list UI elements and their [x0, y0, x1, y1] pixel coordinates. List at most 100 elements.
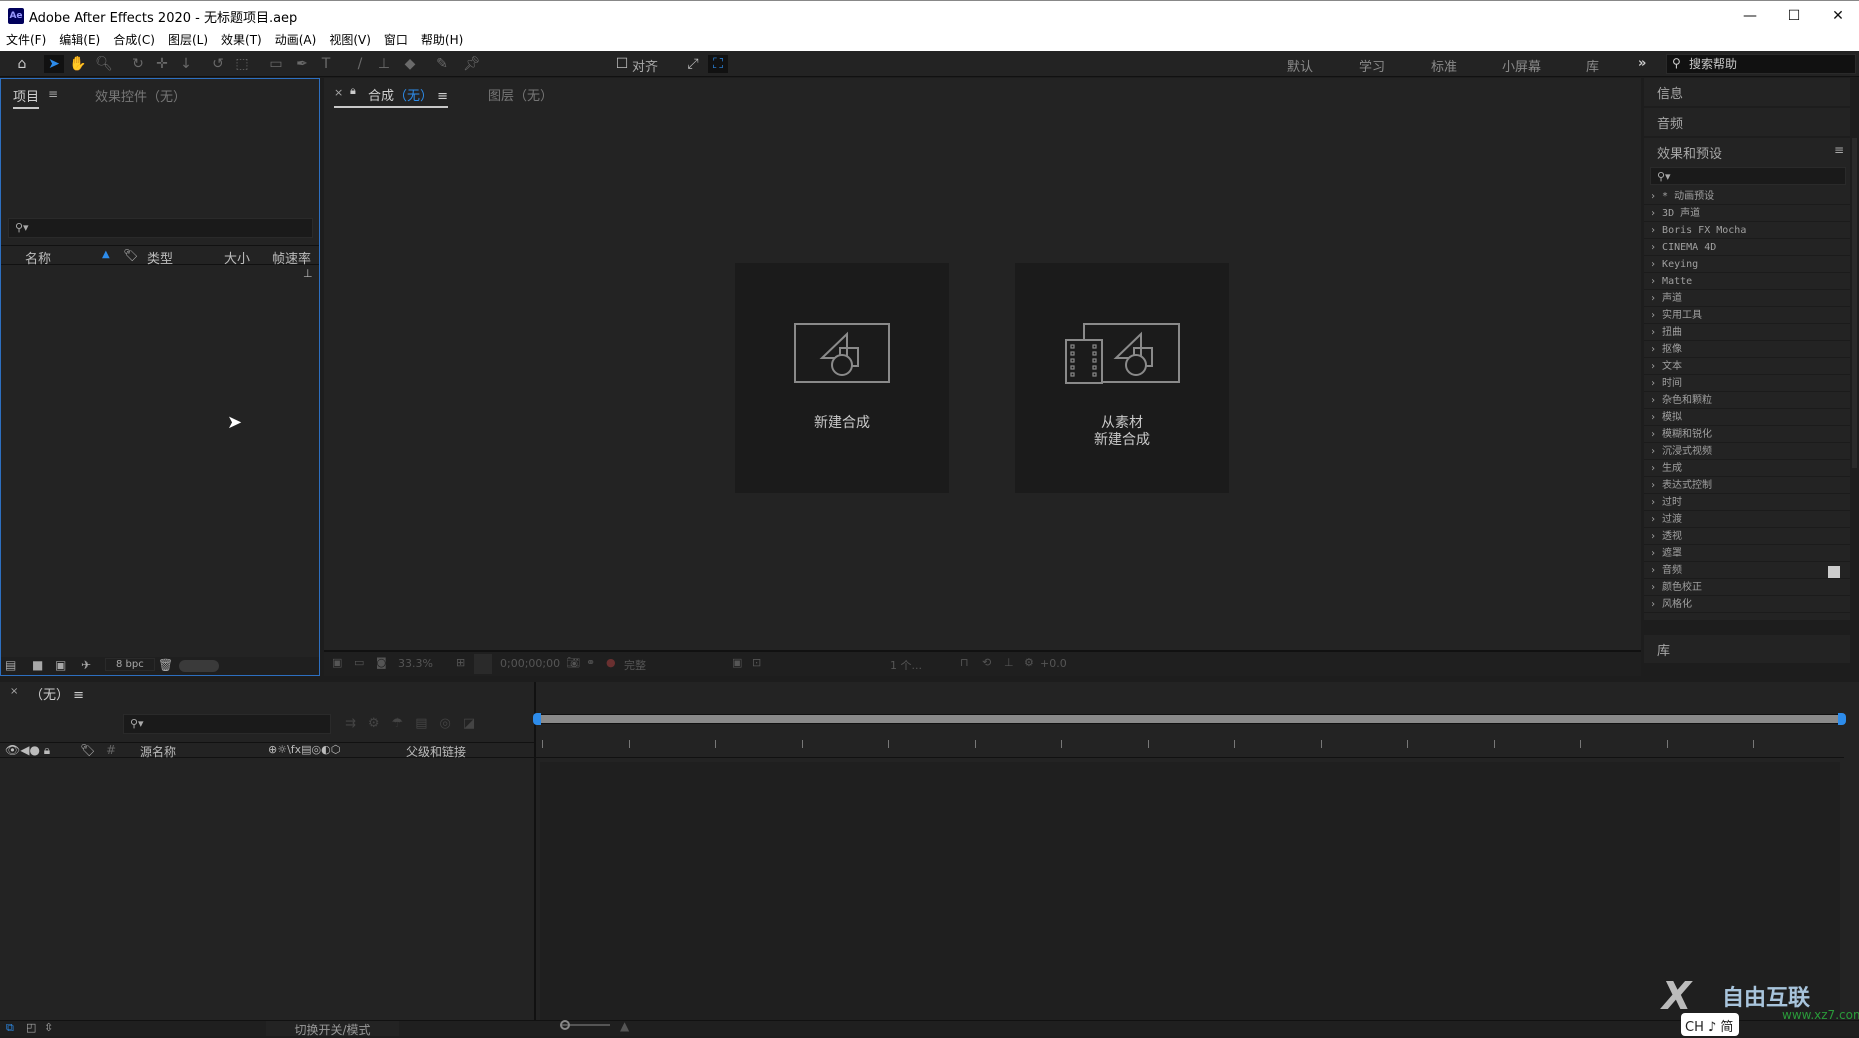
workspace-library[interactable]: 库	[1586, 56, 1599, 75]
chevron-right-icon[interactable]: ›	[1650, 361, 1662, 372]
project-search-input[interactable]: ⚲▾	[8, 218, 313, 238]
chevron-right-icon[interactable]: ›	[1650, 531, 1662, 542]
brush-tool-icon[interactable]: /	[350, 55, 370, 73]
work-area-start-handle[interactable]	[533, 713, 541, 725]
new-composition-icon[interactable]: ▣	[55, 658, 66, 672]
chevron-right-icon[interactable]: ›	[1650, 565, 1662, 576]
effect-category[interactable]: › 文本	[1644, 358, 1850, 375]
menu-window[interactable]: 窗口	[384, 30, 408, 51]
tab-layer[interactable]: 图层（无）	[488, 85, 553, 104]
tab-composition[interactable]: 合成（无） ≡	[334, 85, 449, 108]
work-area-bar[interactable]	[536, 714, 1844, 724]
column-type[interactable]: 类型	[147, 248, 173, 267]
menu-composition[interactable]: 合成(C)	[113, 30, 155, 51]
in-out-icon[interactable]: ⇳	[44, 1021, 53, 1034]
toggle-grid-icon[interactable]: ⊡	[752, 656, 761, 669]
resolution-icon[interactable]: ⊞	[456, 656, 465, 669]
maximize-button[interactable]: ☐	[1774, 5, 1814, 27]
effect-category[interactable]: › * 动画预设	[1644, 188, 1850, 205]
panel-menu-icon[interactable]: ≡	[48, 87, 58, 101]
transparency-grid-icon[interactable]	[474, 654, 492, 674]
orbit-tool-icon[interactable]: ↻	[128, 55, 148, 73]
library-panel-header[interactable]: 库	[1644, 635, 1850, 663]
label-tag-icon[interactable]: 🏷︎	[80, 743, 95, 757]
menu-effect[interactable]: 效果(T)	[221, 30, 262, 51]
always-preview-icon[interactable]: ▣	[332, 656, 342, 669]
chevron-right-icon[interactable]: ›	[1650, 446, 1662, 457]
effect-category[interactable]: › CINEMA 4D	[1644, 239, 1850, 256]
chevron-right-icon[interactable]: ›	[1650, 225, 1662, 236]
ime-indicator[interactable]: CH ♪ 简	[1681, 1013, 1739, 1036]
effect-category[interactable]: › 过渡	[1644, 511, 1850, 528]
clone-stamp-icon[interactable]: ⊥	[374, 55, 394, 73]
transfer-controls-icon[interactable]: ◰	[26, 1021, 36, 1034]
zoom-slider-handle[interactable]	[560, 1020, 570, 1030]
anchor-tool-icon[interactable]: ⬚	[232, 55, 252, 73]
effect-category[interactable]: › 生成	[1644, 460, 1850, 477]
zoom-tool-icon[interactable]: 🔍︎	[94, 55, 114, 73]
column-source-name[interactable]: 源名称	[140, 743, 176, 760]
interpret-footage-icon[interactable]: ▤	[5, 658, 16, 672]
close-button[interactable]: ✕	[1818, 5, 1858, 27]
reset-exposure-icon[interactable]: ⟲	[982, 656, 991, 669]
rotate-tool-icon[interactable]: ↺	[208, 55, 228, 73]
tab-effect-controls[interactable]: 效果控件（无）	[95, 86, 186, 105]
home-icon[interactable]: ⌂	[12, 55, 32, 73]
chevron-right-icon[interactable]: ›	[1650, 497, 1662, 508]
chevron-right-icon[interactable]: ›	[1650, 191, 1662, 202]
tab-timeline[interactable]: （无） ≡	[30, 684, 84, 703]
chevron-right-icon[interactable]: ›	[1650, 429, 1662, 440]
label-tag-icon[interactable]: 🏷︎	[123, 248, 138, 262]
new-folder-icon[interactable]: ■	[32, 658, 43, 672]
new-composition-card[interactable]: 新建合成	[735, 263, 949, 493]
help-search-input[interactable]: 搜索帮助	[1666, 54, 1856, 74]
effects-search-input[interactable]: ⚲▾	[1650, 167, 1846, 185]
selection-tool-icon[interactable]: ➤	[44, 55, 64, 73]
info-panel-header[interactable]: 信息	[1644, 78, 1850, 106]
region-of-interest-icon[interactable]: ▣	[732, 656, 742, 669]
menu-file[interactable]: 文件(F)	[6, 30, 46, 51]
align-checkbox[interactable]: ☐	[612, 55, 632, 73]
effect-category[interactable]: › 杂色和颗粒	[1644, 392, 1850, 409]
work-area-end-handle[interactable]	[1838, 713, 1846, 725]
timeline-search-input[interactable]: ⚲▾	[123, 714, 331, 734]
monitor-icon[interactable]: ▭	[354, 656, 364, 669]
pan-tool-icon[interactable]: ✛	[152, 55, 172, 73]
chevron-right-icon[interactable]: ›	[1650, 276, 1662, 287]
snapshot-icon[interactable]: 📷︎	[566, 656, 580, 669]
chevron-right-icon[interactable]: ›	[1650, 208, 1662, 219]
roto-brush-icon[interactable]: ✎	[432, 55, 452, 73]
effect-category[interactable]: › 过时	[1644, 494, 1850, 511]
layer-switches-toggle-icon[interactable]: ⧉	[6, 1021, 14, 1035]
delete-icon[interactable]: 🗑︎	[158, 658, 173, 672]
views-dropdown[interactable]: 1 个...	[890, 657, 922, 673]
layer-switches-icons[interactable]: ⊕☼\fx▤◎◐⬡	[268, 743, 340, 756]
chevron-right-icon[interactable]: ›	[1650, 344, 1662, 355]
chevron-right-icon[interactable]: ›	[1650, 327, 1662, 338]
chevron-right-icon[interactable]: ›	[1650, 582, 1662, 593]
workspace-learn[interactable]: 学习	[1359, 56, 1385, 75]
workspace-default[interactable]: 默认	[1287, 56, 1313, 75]
av-features-icons[interactable]: 👁︎◀● 🔒︎	[5, 743, 50, 758]
effect-category[interactable]: › 抠像	[1644, 341, 1850, 358]
effect-category[interactable]: › 颜色校正	[1644, 579, 1850, 596]
minimize-button[interactable]: —	[1730, 5, 1770, 27]
dolly-tool-icon[interactable]: ↓	[176, 55, 196, 73]
effect-category[interactable]: › 透视	[1644, 528, 1850, 545]
effect-category[interactable]: › 模糊和锐化	[1644, 426, 1850, 443]
chevron-right-icon[interactable]: ›	[1650, 378, 1662, 389]
exposure-icon[interactable]: ⚙	[1024, 656, 1034, 669]
pen-tool-icon[interactable]: ✒	[292, 55, 312, 73]
menu-animation[interactable]: 动画(A)	[275, 30, 317, 51]
puppet-tool-icon[interactable]: 📌︎	[462, 55, 482, 73]
tab-project[interactable]: 项目	[13, 86, 40, 109]
new-folder-icon[interactable]	[1828, 566, 1840, 578]
panel-menu-icon[interactable]: ≡	[1834, 143, 1844, 157]
scrollbar[interactable]	[1852, 138, 1857, 468]
new-composition-from-footage-card[interactable]: 从素材 新建合成	[1015, 263, 1229, 493]
column-size[interactable]: 大小	[224, 248, 250, 267]
workspace-small-screen[interactable]: 小屏幕	[1502, 56, 1541, 75]
effect-category[interactable]: › Boris FX Mocha	[1644, 222, 1850, 239]
chevron-right-icon[interactable]: ›	[1650, 514, 1662, 525]
effect-category[interactable]: › 声道	[1644, 290, 1850, 307]
